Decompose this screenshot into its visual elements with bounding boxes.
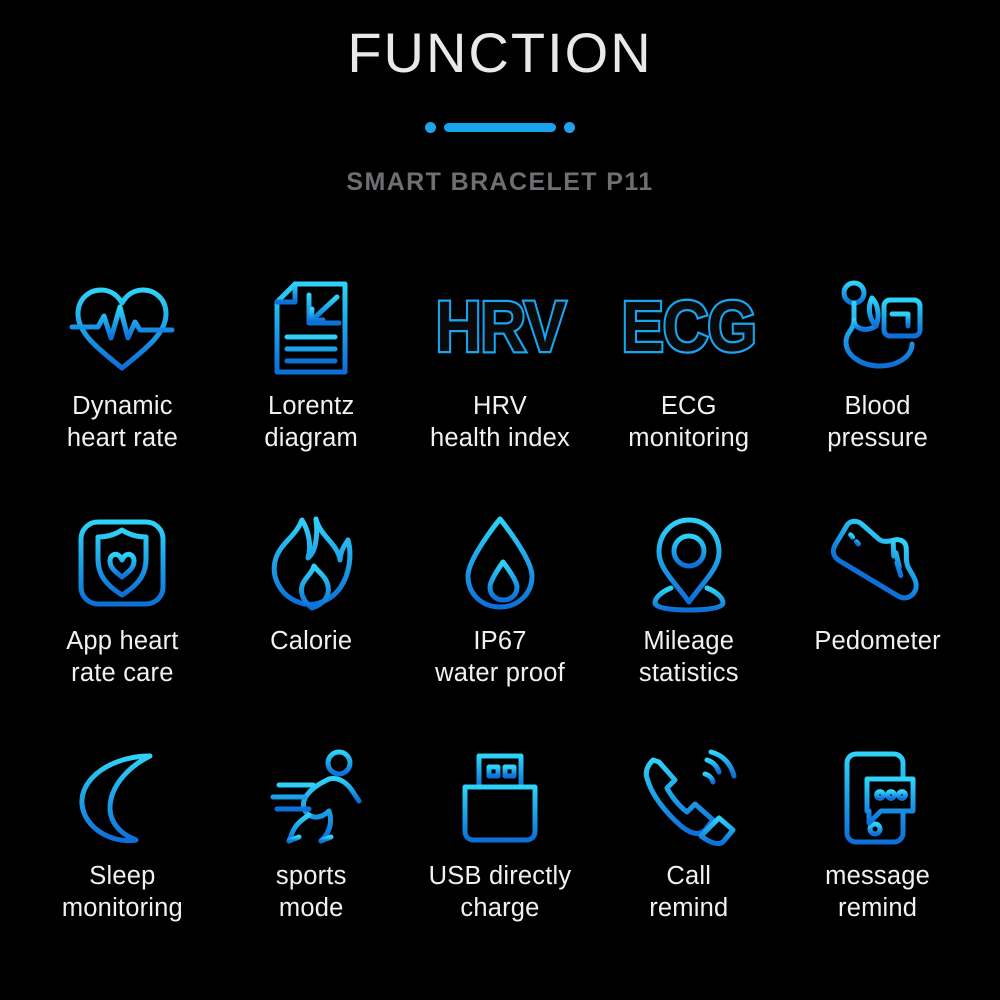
divider-left-dot-icon (425, 122, 436, 134)
feature-item[interactable]: message remind (783, 742, 972, 977)
feature-label: Pedometer (814, 627, 941, 655)
page-title: FUNCTION (347, 21, 653, 84)
sneaker-icon (822, 507, 934, 619)
feature-label: Sleep monitoring (61, 862, 183, 923)
flame-icon (255, 507, 367, 619)
feature-item[interactable]: Sleep monitoring (28, 742, 217, 977)
usb-plug-icon (444, 742, 556, 854)
running-person-icon (255, 742, 367, 854)
feature-item[interactable]: HRV HRV health index (406, 272, 595, 507)
feature-label: Mileage statistics (638, 627, 739, 688)
feature-label: Lorentz diagram (264, 392, 358, 453)
feature-grid: Dynamic heart rate Lorentz diagram HRV H… (28, 272, 972, 977)
feature-item[interactable]: USB directly charge (406, 742, 595, 977)
page-subtitle: SMART BRACELET P11 (346, 167, 654, 196)
feature-label: HRV health index (430, 392, 570, 453)
feature-label: USB directly charge (428, 862, 572, 923)
feature-label: Calorie (270, 627, 353, 655)
feature-label: sports mode (275, 862, 347, 923)
feature-item[interactable]: Pedometer (783, 507, 972, 742)
water-drop-icon (444, 507, 556, 619)
feature-label: message remind (825, 862, 931, 923)
location-pin-icon (633, 507, 745, 619)
divider (425, 122, 575, 134)
shield-heart-app-icon (66, 507, 178, 619)
feature-label: IP67 water proof (435, 627, 565, 688)
hrv-glyph: HRV (433, 287, 567, 368)
feature-item[interactable]: IP67 water proof (406, 507, 595, 742)
feature-label: Blood pressure (827, 392, 928, 453)
feature-item[interactable]: Dynamic heart rate (28, 272, 217, 507)
feature-item[interactable]: Mileage statistics (594, 507, 783, 742)
feature-item[interactable]: Blood pressure (783, 272, 972, 507)
feature-item[interactable]: Lorentz diagram (217, 272, 406, 507)
heart-rate-pulse-icon (66, 272, 178, 384)
header: FUNCTION SMART BRACELET P11 (0, 0, 1000, 197)
document-chart-icon (255, 272, 367, 384)
divider-right-dot-icon (564, 122, 575, 134)
feature-label: Call remind (649, 862, 729, 923)
feature-item[interactable]: App heart rate care (28, 507, 217, 742)
blood-pressure-monitor-icon (822, 272, 934, 384)
divider-bar (444, 123, 556, 133)
phone-message-icon (822, 742, 934, 854)
crescent-moon-icon (66, 742, 178, 854)
ecg-text-icon: ECG (620, 272, 759, 384)
phone-handset-icon (633, 742, 745, 854)
function-poster: FUNCTION SMART BRACELET P11 Dynamic hear… (0, 0, 1000, 1000)
ecg-glyph: ECG (620, 287, 759, 368)
feature-item[interactable]: ECG ECG monitoring (594, 272, 783, 507)
feature-item[interactable]: sports mode (217, 742, 406, 977)
hrv-text-icon: HRV (433, 272, 567, 384)
feature-item[interactable]: Call remind (594, 742, 783, 977)
feature-label: App heart rate care (66, 627, 179, 688)
feature-label: ECG monitoring (628, 392, 750, 453)
feature-item[interactable]: Calorie (217, 507, 406, 742)
feature-label: Dynamic heart rate (66, 392, 178, 453)
